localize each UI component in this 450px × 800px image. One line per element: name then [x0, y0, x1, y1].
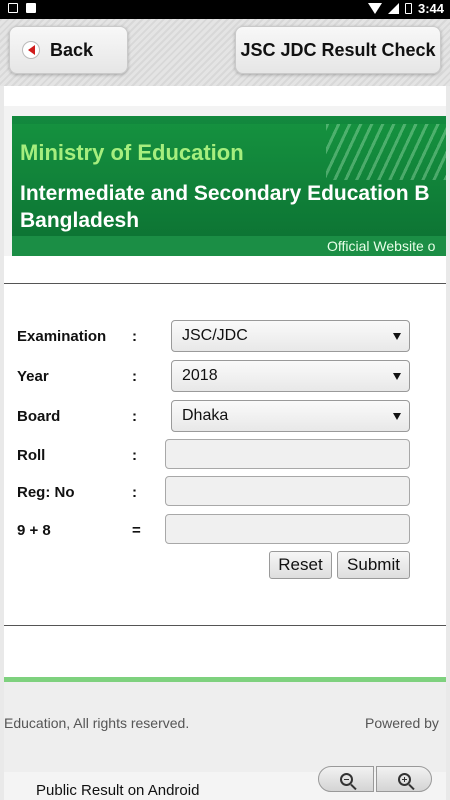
status-bar: 3:44 [0, 0, 450, 19]
captcha-label: 9 + 8 [17, 522, 51, 539]
board-select[interactable]: Dhaka [171, 400, 410, 432]
divider-top [4, 283, 446, 284]
back-button[interactable]: Back [9, 26, 128, 74]
reg-no-row: Reg: No : [4, 476, 446, 508]
banner-subtitle: Official Website o [327, 238, 436, 254]
web-view: Ministry of Education Intermediate and S… [4, 86, 446, 800]
board-name-line1: Intermediate and Secondary Education B [20, 182, 430, 205]
examination-select[interactable]: JSC/JDC [171, 320, 410, 352]
form-actions: Reset Submit [4, 551, 446, 583]
reg-no-colon: : [132, 484, 137, 501]
bottom-link-text[interactable]: Public Result on Android [36, 782, 199, 799]
powered-by-text: Powered by [365, 715, 439, 731]
board-colon: : [132, 408, 137, 425]
dropdown-arrow-icon [393, 413, 401, 420]
zoom-out-icon [339, 772, 353, 786]
examination-colon: : [132, 328, 137, 345]
roll-input[interactable] [165, 439, 410, 469]
banner-panel: Ministry of Education Intermediate and S… [12, 116, 446, 256]
roll-label: Roll [17, 447, 46, 464]
header-banner: Ministry of Education Intermediate and S… [4, 106, 446, 256]
examination-row: Examination : JSC/JDC [4, 320, 446, 352]
banner-background: Ministry of Education Intermediate and S… [12, 124, 446, 236]
footer: Education, All rights reserved. Powered … [4, 682, 446, 772]
status-time: 3:44 [417, 1, 444, 16]
year-label: Year [17, 368, 49, 385]
banner-subtitle-bar: Official Website o [12, 236, 446, 256]
examination-label: Examination [17, 328, 107, 345]
examination-value: JSC/JDC [182, 327, 248, 344]
zoom-out-button[interactable] [318, 766, 374, 792]
submit-button[interactable]: Submit [337, 551, 410, 579]
reg-no-input[interactable] [165, 476, 410, 506]
back-button-label: Back [50, 39, 94, 60]
board-name: Intermediate and Secondary Education B B… [20, 180, 430, 234]
reg-no-label: Reg: No [17, 484, 75, 501]
image-notification-icon [8, 3, 18, 13]
banner-pattern [326, 124, 446, 180]
app-title: JSC JDC Result Check [235, 26, 441, 74]
app-bar: Back JSC JDC Result Check [0, 19, 450, 86]
copyright-text: Education, All rights reserved. [4, 715, 190, 731]
reset-button[interactable]: Reset [269, 551, 332, 579]
wifi-icon [367, 3, 382, 14]
divider-bottom [4, 625, 446, 626]
back-arrow-icon [22, 41, 40, 59]
dropdown-arrow-icon [393, 373, 401, 380]
app-notification-icon [26, 3, 36, 13]
roll-colon: : [132, 447, 137, 464]
captcha-row: 9 + 8 = [4, 514, 446, 546]
ministry-title: Ministry of Education [20, 140, 244, 165]
zoom-in-icon [397, 772, 411, 786]
dropdown-arrow-icon [393, 333, 401, 340]
board-name-line2: Bangladesh [20, 209, 140, 232]
board-value: Dhaka [182, 407, 229, 424]
board-row: Board : Dhaka [4, 400, 446, 432]
cell-signal-icon [387, 3, 399, 14]
year-value: 2018 [182, 367, 218, 384]
board-label: Board [17, 408, 61, 425]
year-colon: : [132, 368, 137, 385]
zoom-in-button[interactable] [376, 766, 432, 792]
year-select[interactable]: 2018 [171, 360, 410, 392]
roll-row: Roll : [4, 439, 446, 471]
captcha-equals: = [132, 522, 141, 539]
captcha-input[interactable] [165, 514, 410, 544]
battery-icon [404, 3, 412, 14]
year-row: Year : 2018 [4, 360, 446, 392]
